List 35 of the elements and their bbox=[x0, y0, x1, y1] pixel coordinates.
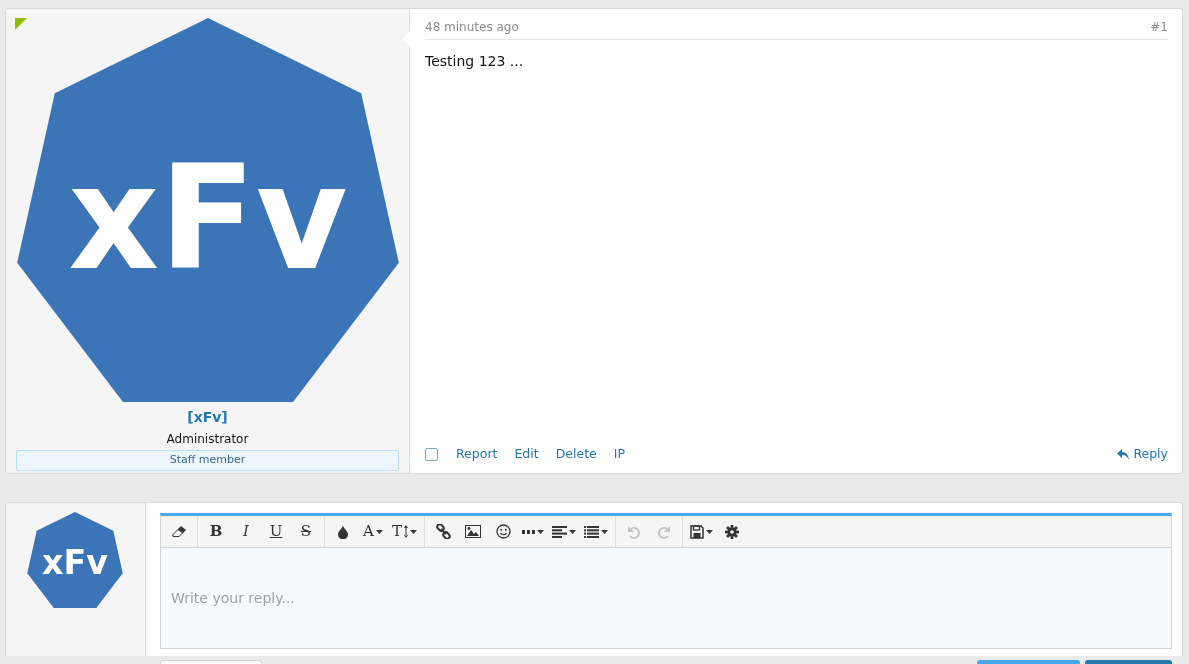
user-title: Administrator bbox=[166, 431, 249, 448]
font-button[interactable]: A bbox=[358, 518, 388, 545]
arrows-icon bbox=[404, 525, 408, 538]
italic-button[interactable]: I bbox=[231, 518, 261, 545]
post-time[interactable]: 48 minutes ago bbox=[425, 18, 519, 36]
bold-button[interactable]: B bbox=[201, 518, 231, 545]
settings-icon bbox=[725, 524, 739, 539]
eraser-icon bbox=[171, 524, 187, 539]
post-number[interactable]: #1 bbox=[1150, 18, 1168, 36]
floppy-icon bbox=[690, 524, 704, 539]
undo-icon bbox=[627, 524, 641, 539]
avatar[interactable]: xFv bbox=[27, 512, 123, 608]
staff-banner: Staff member bbox=[16, 450, 399, 471]
select-checkbox[interactable] bbox=[425, 448, 438, 462]
ellipsis-icon bbox=[522, 529, 535, 534]
redo-icon bbox=[657, 524, 671, 539]
list-icon bbox=[584, 525, 599, 538]
action-link[interactable]: IP bbox=[613, 445, 625, 464]
username[interactable]: [xFv] bbox=[187, 407, 228, 428]
image-icon bbox=[465, 525, 481, 538]
link-icon bbox=[435, 524, 451, 539]
avatar[interactable]: xFv bbox=[15, 18, 400, 402]
reply-icon[interactable] bbox=[1117, 449, 1130, 461]
action-link[interactable]: Delete bbox=[555, 445, 597, 464]
action-link[interactable]: Edit bbox=[514, 445, 539, 464]
strikethrough-button[interactable]: S bbox=[291, 518, 321, 545]
action-link[interactable]: Report bbox=[456, 445, 498, 464]
underline-button[interactable]: U bbox=[261, 518, 291, 545]
reply-field[interactable]: Write your reply... bbox=[161, 548, 1171, 648]
smiley-icon bbox=[495, 524, 511, 539]
align-icon bbox=[552, 525, 567, 538]
drop-icon bbox=[338, 524, 348, 539]
reply-link[interactable]: Reply bbox=[1133, 445, 1168, 464]
size-button[interactable]: T bbox=[388, 518, 421, 545]
post-body: Testing 123 ... bbox=[425, 52, 525, 71]
